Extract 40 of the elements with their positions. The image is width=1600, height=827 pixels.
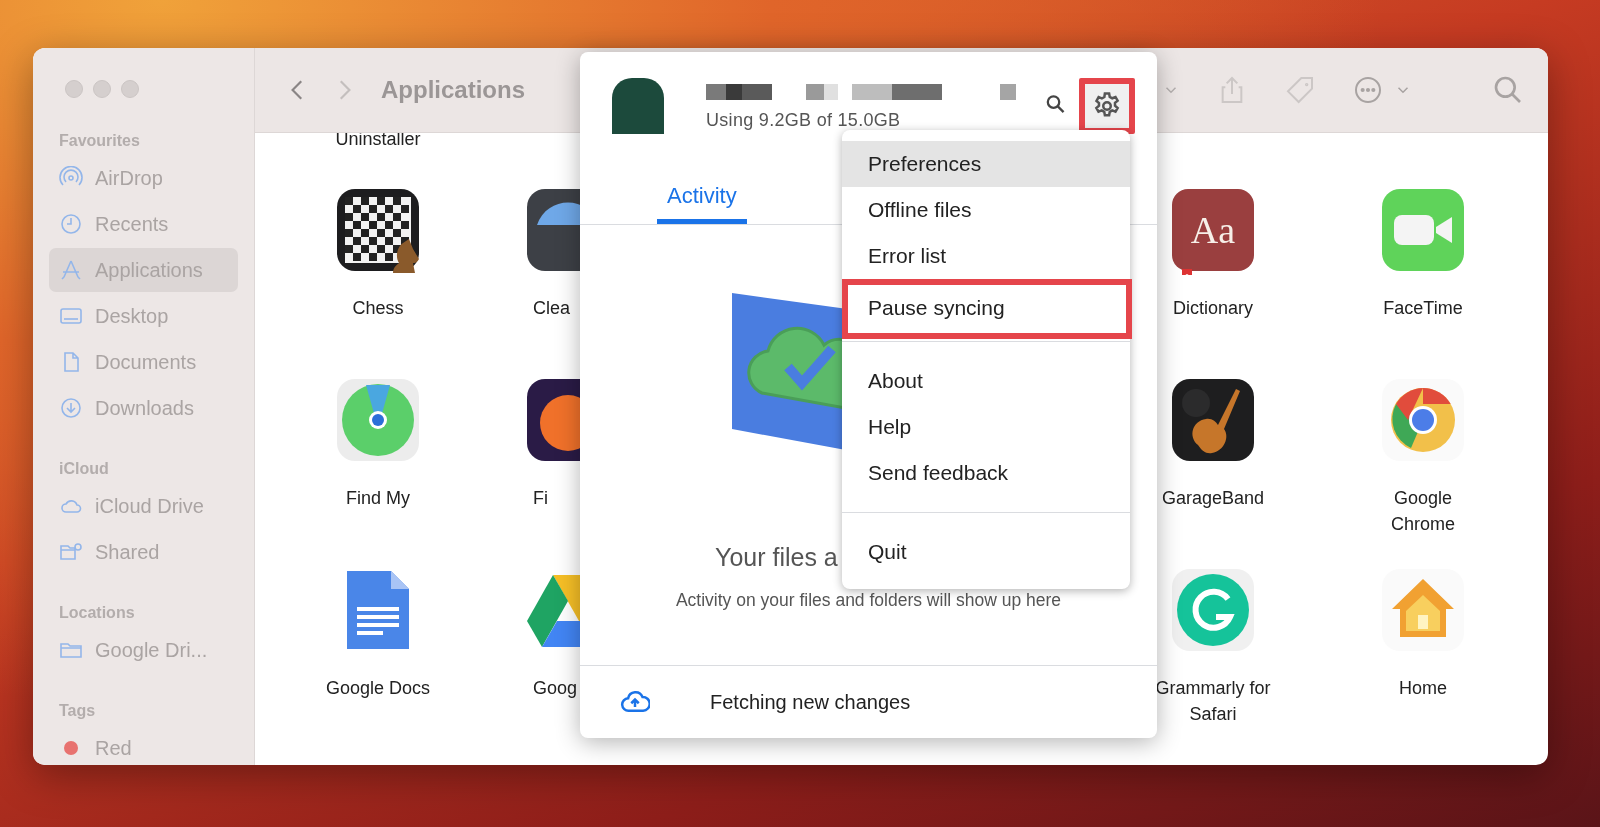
app-label: Find My — [346, 487, 410, 510]
activity-tab[interactable]: Activity — [657, 172, 747, 224]
app-label: Fi — [532, 487, 548, 510]
app-label: Home — [1399, 677, 1447, 700]
app-label: Goog — [532, 677, 578, 700]
app-label: Google Chrome — [1390, 487, 1456, 536]
sync-status: Fetching new changes — [710, 690, 911, 714]
menu-item[interactable]: Preferences — [842, 141, 1130, 187]
menu-item[interactable]: About — [842, 358, 1130, 404]
settings-button[interactable] — [1078, 78, 1135, 134]
storage-usage: Using 9.2GB of 15.0GB — [706, 110, 902, 131]
sidebar-heading: iCloud — [58, 459, 110, 479]
close-button[interactable] — [65, 80, 83, 98]
apps-icon — [59, 258, 83, 282]
download-icon — [59, 396, 83, 420]
status-heading: Your files a — [715, 543, 838, 572]
menu-item[interactable]: Error list — [842, 233, 1130, 279]
menu-item[interactable]: Quit — [842, 529, 1130, 575]
avatar — [612, 78, 664, 134]
app-label: Google Docs — [325, 677, 431, 700]
window-title: Applications — [381, 76, 525, 104]
sidebar-heading: Favourites — [58, 131, 141, 151]
menu-item[interactable]: Pause syncing — [842, 279, 1132, 339]
app-label: Dictionary — [1173, 297, 1253, 320]
more-icon[interactable] — [1352, 74, 1384, 106]
clock-icon — [59, 212, 83, 236]
menu-item[interactable]: Offline files — [842, 187, 1130, 233]
menu-item[interactable]: Send feedback — [842, 450, 1130, 496]
tag-icon[interactable] — [1284, 74, 1316, 106]
minimize-button[interactable] — [93, 80, 111, 98]
app-label: Clea — [532, 297, 571, 320]
menu-item[interactable]: Help — [842, 404, 1130, 450]
app-label: Grammarly for Safari — [1154, 677, 1272, 726]
sidebar-heading: Locations — [58, 603, 136, 623]
app-label: FaceTime — [1383, 297, 1463, 320]
sidebar-heading: Tags — [58, 701, 97, 721]
app-label: Chess — [352, 297, 404, 320]
app-label: GarageBand — [1161, 487, 1265, 510]
status-message: Activity on your files and folders will show up here — [674, 590, 1063, 611]
zoom-button[interactable] — [121, 80, 139, 98]
